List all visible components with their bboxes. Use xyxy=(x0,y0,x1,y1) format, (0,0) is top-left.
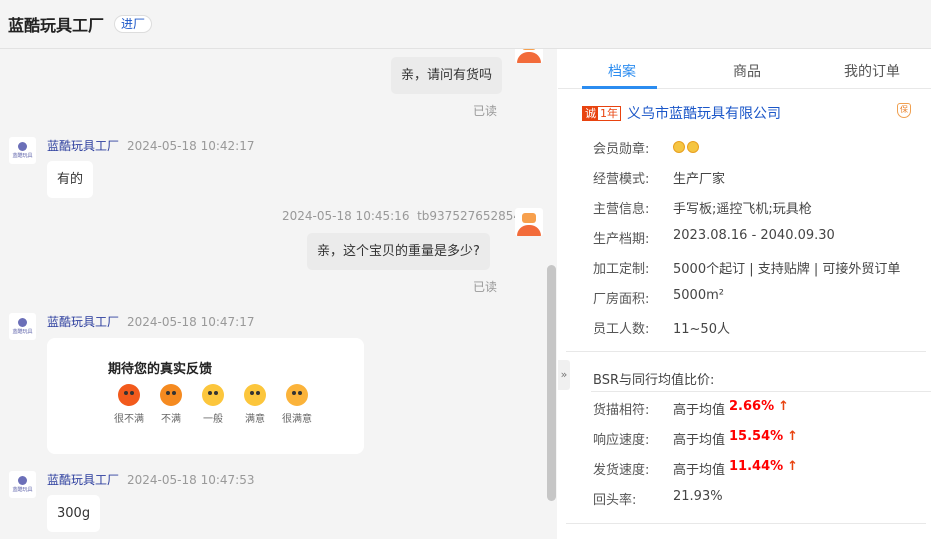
medal-icon xyxy=(673,138,701,157)
divider xyxy=(591,391,931,392)
message-bubble: 300g xyxy=(47,495,101,532)
message-meta: 蓝酷玩具工厂 2024-05-18 10:42:17 xyxy=(47,139,255,153)
bsr-title: BSR与同行均值比价: xyxy=(593,373,715,388)
arrow-up-icon: ↑ xyxy=(787,459,799,474)
profile-row: 会员勋章: xyxy=(593,138,701,157)
happy-face-icon xyxy=(286,384,308,406)
divider xyxy=(566,523,926,524)
profile-row: 加工定制: 5000个起订 | 支持贴牌 | 可接外贸订单 xyxy=(593,262,901,277)
profile-row: 员工人数: 11~50人 xyxy=(593,322,730,337)
sad-face-icon xyxy=(160,384,182,406)
user-avatar xyxy=(515,208,543,236)
arrow-up-icon: ↑ xyxy=(787,429,799,444)
tab-products[interactable]: 商品 xyxy=(733,61,761,81)
divider xyxy=(566,351,926,352)
smile-face-icon xyxy=(244,384,266,406)
message-meta: 蓝酷玩具工厂 2024-05-18 10:47:17 xyxy=(47,315,255,329)
chat-header: 蓝酷玩具工厂 进厂 xyxy=(0,0,931,49)
profile-row: 生产档期: 2023.08.16 - 2040.09.30 xyxy=(593,228,835,247)
message-bubble: 亲，这个宝贝的重量是多少? xyxy=(307,233,490,270)
chat-area[interactable]: 亲，请问有货吗 已读 蓝酷玩具 蓝酷玩具工厂 2024-05-18 10:42:1… xyxy=(0,49,557,539)
message-meta: 蓝酷玩具工厂 2024-05-18 10:47:53 xyxy=(47,473,255,487)
shop-avatar: 蓝酷玩具 xyxy=(9,137,36,164)
repeat-rate-row: 回头率: 21.93% xyxy=(593,489,723,508)
feedback-title: 期待您的真实反馈 xyxy=(108,362,213,377)
user-avatar xyxy=(515,49,543,63)
shop-avatar: 蓝酷玩具 xyxy=(9,471,36,498)
chat-scrollbar[interactable] xyxy=(547,265,556,501)
tab-my-orders[interactable]: 我的订单 xyxy=(844,61,900,81)
feedback-unsatisfied[interactable]: 不满 xyxy=(150,384,192,425)
shop-title: 蓝酷玩具工厂 xyxy=(8,16,105,35)
message-bubble: 有的 xyxy=(47,161,94,198)
neutral-face-icon xyxy=(202,384,224,406)
guarantee-icon[interactable]: 保 xyxy=(897,103,911,118)
read-status: 已读 xyxy=(473,280,498,294)
arrow-up-icon: ↑ xyxy=(778,399,790,414)
shop-info-panel: 档案 商品 我的订单 诚 1年 义乌市蓝酷玩具有限公司 保 会员勋章: 经营模式:… xyxy=(558,49,931,539)
company-row: 诚 1年 义乌市蓝酷玩具有限公司 xyxy=(582,103,781,123)
bsr-row: 发货速度: 高于均值 11.44% ↑ xyxy=(593,459,799,478)
active-tab-indicator xyxy=(582,86,657,89)
collapse-panel-icon[interactable]: » xyxy=(558,360,570,390)
membership-years-badge: 诚 1年 xyxy=(582,105,621,121)
message-meta: 2024-05-18 10:45:16 tb937527652854 xyxy=(282,209,522,223)
message-bubble: 亲，请问有货吗 xyxy=(391,57,503,94)
read-status: 已读 xyxy=(473,104,498,118)
shop-avatar: 蓝酷玩具 xyxy=(9,313,36,340)
bsr-row: 货描相符: 高于均值 2.66% ↑ xyxy=(593,399,790,418)
company-name-link[interactable]: 义乌市蓝酷玩具有限公司 xyxy=(627,103,781,123)
feedback-very-satisfied[interactable]: 很满意 xyxy=(276,384,318,425)
enter-factory-button[interactable]: 进厂 xyxy=(114,15,153,33)
profile-row: 厂房面积: 5000m² xyxy=(593,288,724,307)
profile-row: 经营模式: 生产厂家 xyxy=(593,172,726,187)
profile-row: 主营信息: 手写板;遥控飞机;玩具枪 xyxy=(593,202,812,217)
feedback-satisfied[interactable]: 满意 xyxy=(234,384,276,425)
feedback-neutral[interactable]: 一般 xyxy=(192,384,234,425)
feedback-card: 期待您的真实反馈 很不满 不满 一般 满意 很满意 xyxy=(47,338,364,454)
bsr-row: 响应速度: 高于均值 15.54% ↑ xyxy=(593,429,799,448)
tab-profile[interactable]: 档案 xyxy=(608,61,636,81)
angry-face-icon xyxy=(118,384,140,406)
feedback-very-unsatisfied[interactable]: 很不满 xyxy=(108,384,150,425)
